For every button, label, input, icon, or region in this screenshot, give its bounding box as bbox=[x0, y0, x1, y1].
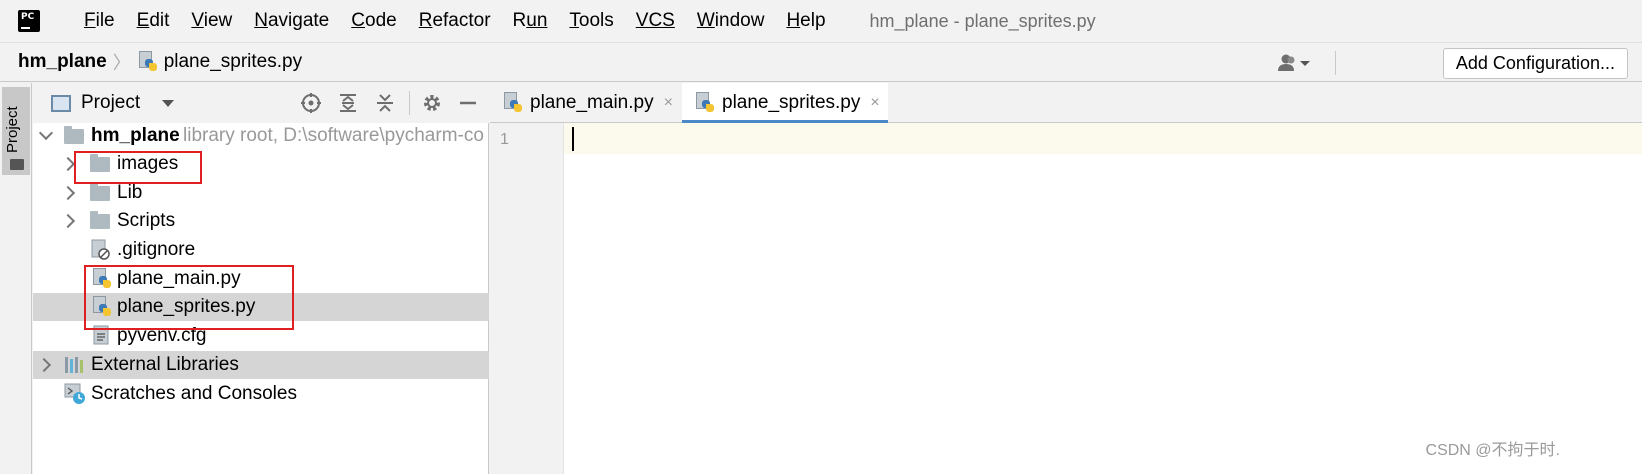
tree-label-plane-sprites: plane_sprites.py bbox=[117, 296, 256, 317]
folder-icon bbox=[64, 126, 84, 144]
folder-icon bbox=[90, 211, 110, 229]
tree-item-plane-sprites[interactable]: plane_sprites.py bbox=[33, 293, 489, 321]
text-file-icon bbox=[93, 325, 109, 345]
python-file-icon bbox=[504, 92, 522, 114]
menu-edit[interactable]: Edit bbox=[137, 10, 170, 32]
editor-area: plane_main.py × plane_sprites.py × 1 CSD… bbox=[490, 83, 1642, 474]
menu-vcs[interactable]: VCS bbox=[636, 10, 675, 32]
breadcrumb-separator: 〉 bbox=[112, 53, 131, 73]
close-icon[interactable]: × bbox=[664, 94, 673, 112]
navigation-bar: hm_plane 〉 plane_sprites.py Add Configur… bbox=[0, 42, 1642, 82]
project-tool-window-button[interactable]: Project bbox=[2, 87, 30, 175]
python-file-icon bbox=[138, 51, 159, 73]
tree-root-label: hm_plane bbox=[91, 125, 180, 146]
window-title: hm_plane - plane_sprites.py bbox=[869, 10, 1096, 31]
chevron-down-icon[interactable] bbox=[162, 99, 175, 107]
chevron-down-icon[interactable] bbox=[38, 125, 54, 141]
menu-view[interactable]: View bbox=[191, 10, 232, 32]
editor-tab-bar: plane_main.py × plane_sprites.py × bbox=[490, 83, 1642, 124]
tree-label-scripts: Scripts bbox=[117, 210, 176, 231]
pycharm-logo-icon: PC bbox=[18, 10, 40, 32]
tree-label-images: images bbox=[117, 153, 179, 174]
watermark: CSDN @不拘于时. bbox=[1425, 442, 1560, 459]
tab-label: plane_sprites.py bbox=[722, 92, 861, 113]
text-caret bbox=[572, 127, 574, 151]
tree-item-scripts[interactable]: Scripts bbox=[33, 207, 489, 235]
gear-icon[interactable] bbox=[421, 92, 443, 114]
current-line-highlight[interactable] bbox=[564, 123, 1642, 154]
chevron-right-icon[interactable] bbox=[60, 156, 76, 172]
expand-all-icon[interactable] bbox=[337, 92, 359, 114]
tree-item-external-libraries[interactable]: External Libraries bbox=[33, 351, 489, 379]
tree-item-root[interactable]: hm_plane library root, D:\software\pycha… bbox=[33, 122, 489, 150]
menu-help[interactable]: Help bbox=[786, 10, 825, 32]
project-panel: Project hm_plane library root, D:\softwa… bbox=[33, 83, 489, 474]
python-file-icon bbox=[93, 296, 111, 318]
project-tool-label: Project bbox=[4, 106, 21, 153]
chevron-right-icon[interactable] bbox=[60, 213, 76, 229]
folder-icon bbox=[10, 159, 24, 170]
user-icon bbox=[1278, 54, 1310, 71]
tree-label-scratches: Scratches and Consoles bbox=[91, 383, 297, 404]
project-panel-header: Project bbox=[33, 83, 489, 123]
tab-plane-sprites[interactable]: plane_sprites.py × bbox=[682, 83, 888, 124]
tree-root-hint: library root, D:\software\pycharm-co bbox=[183, 125, 484, 146]
line-number-gutter: 1 bbox=[490, 123, 564, 474]
folder-icon bbox=[90, 154, 110, 172]
navbar-divider bbox=[1335, 51, 1336, 75]
chevron-right-icon[interactable] bbox=[60, 185, 76, 201]
python-file-icon bbox=[93, 268, 111, 290]
header-divider bbox=[409, 91, 410, 115]
tree-label-gitignore: .gitignore bbox=[117, 239, 196, 260]
folder-icon bbox=[90, 183, 110, 201]
tree-item-pyvenv[interactable]: pyvenv.cfg bbox=[33, 322, 489, 350]
line-number: 1 bbox=[500, 131, 509, 148]
locate-icon[interactable] bbox=[300, 92, 322, 114]
tree-label-lib: Lib bbox=[117, 182, 143, 203]
menu-tools[interactable]: Tools bbox=[569, 10, 613, 32]
user-dropdown-button[interactable] bbox=[1276, 51, 1312, 75]
menu-refactor[interactable]: Refactor bbox=[419, 10, 491, 32]
libraries-icon bbox=[65, 357, 83, 373]
tree-label-external-libraries: External Libraries bbox=[91, 354, 239, 375]
collapse-all-icon[interactable] bbox=[374, 92, 396, 114]
minimize-icon[interactable] bbox=[457, 92, 479, 114]
tree-item-gitignore[interactable]: .gitignore bbox=[33, 236, 489, 264]
tab-label: plane_main.py bbox=[530, 92, 654, 113]
project-view-selector[interactable]: Project bbox=[81, 92, 140, 114]
breadcrumb-project[interactable]: hm_plane bbox=[18, 51, 107, 73]
menu-window[interactable]: Window bbox=[697, 10, 765, 32]
tree-item-plane-main[interactable]: plane_main.py bbox=[33, 265, 489, 293]
menu-file[interactable]: File bbox=[84, 10, 115, 32]
menu-navigate[interactable]: Navigate bbox=[254, 10, 329, 32]
menu-code[interactable]: Code bbox=[351, 10, 396, 32]
scratches-icon bbox=[64, 383, 85, 404]
close-icon[interactable]: × bbox=[870, 94, 879, 112]
tree-item-lib[interactable]: Lib bbox=[33, 179, 489, 207]
python-file-icon bbox=[696, 92, 714, 114]
tree-label-plane-main: plane_main.py bbox=[117, 268, 241, 289]
tree-item-scratches[interactable]: Scratches and Consoles bbox=[33, 380, 489, 408]
ignore-file-icon bbox=[91, 239, 110, 260]
left-tool-strip: Project bbox=[0, 83, 32, 474]
tab-plane-main[interactable]: plane_main.py × bbox=[490, 83, 682, 123]
menu-bar: PC File Edit View Navigate Code Refactor… bbox=[0, 0, 1642, 42]
breadcrumb-file[interactable]: plane_sprites.py bbox=[164, 51, 302, 73]
chevron-right-icon[interactable] bbox=[36, 357, 52, 373]
menu-run[interactable]: Run bbox=[513, 10, 548, 32]
project-view-icon bbox=[51, 94, 71, 112]
add-configuration-button[interactable]: Add Configuration... bbox=[1442, 48, 1628, 79]
tree-item-images[interactable]: images bbox=[33, 150, 489, 178]
tree-label-pyvenv: pyvenv.cfg bbox=[117, 325, 207, 346]
